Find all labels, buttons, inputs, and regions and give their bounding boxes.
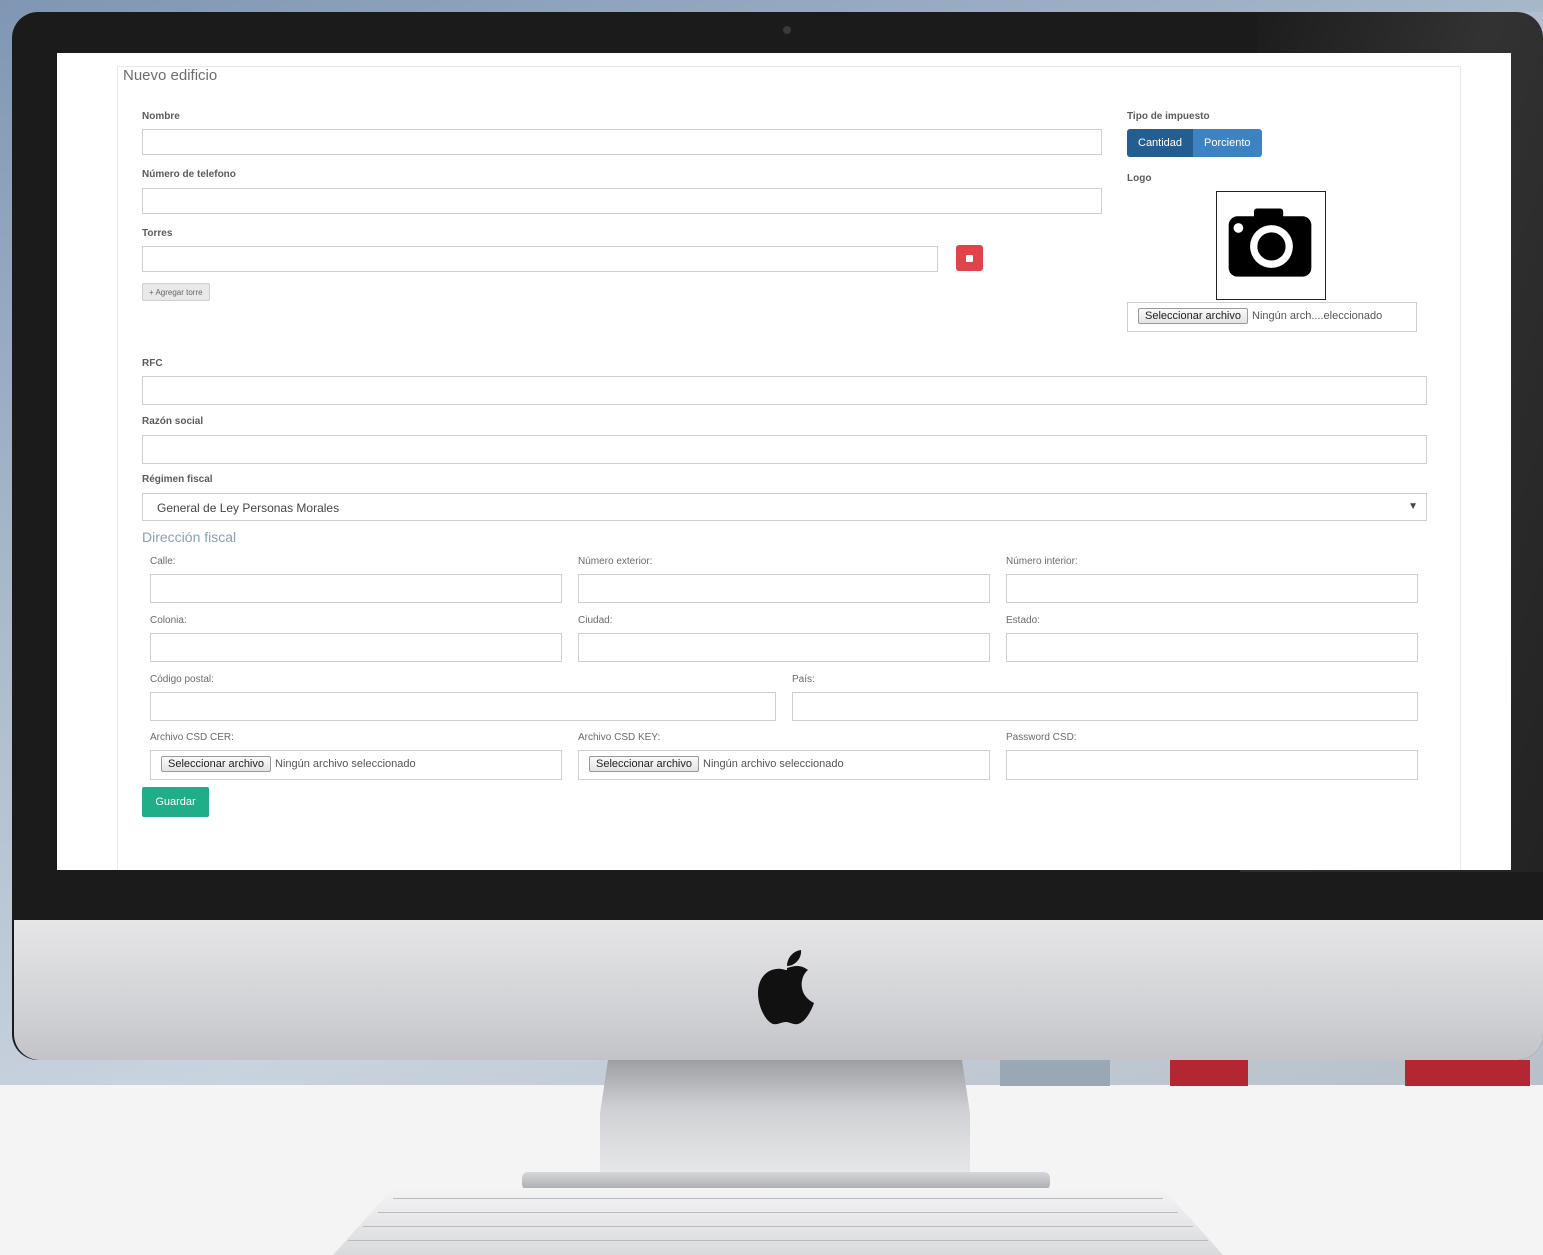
cp-input[interactable]	[150, 692, 776, 721]
monitor-stand-base	[522, 1172, 1050, 1190]
razon-social-input[interactable]	[142, 435, 1427, 464]
csd-key-file-status: Ningún archivo seleccionado	[703, 758, 844, 770]
password-csd-label: Password CSD:	[1006, 732, 1077, 743]
apple-logo-icon	[758, 950, 814, 1025]
estado-label: Estado:	[1006, 615, 1040, 626]
cp-label: Código postal:	[150, 674, 214, 685]
direccion-fiscal-title: Dirección fiscal	[142, 529, 237, 545]
pais-input[interactable]	[792, 692, 1418, 721]
trash-icon	[966, 255, 973, 262]
csd-key-label: Archivo CSD KEY:	[578, 732, 661, 743]
keyboard	[333, 1188, 1223, 1255]
tipo-impuesto-toggle: Cantidad Porciento	[1127, 129, 1262, 157]
delete-torre-button[interactable]	[956, 245, 983, 271]
csd-cer-file-status: Ningún archivo seleccionado	[275, 758, 416, 770]
logo-file-button[interactable]: Seleccionar archivo	[1138, 308, 1248, 324]
background-building	[1405, 1060, 1530, 1086]
rfc-input[interactable]	[142, 376, 1427, 405]
screen: Nuevo edificio Nombre Número de telefono…	[57, 53, 1511, 870]
calle-label: Calle:	[150, 556, 176, 567]
nombre-input[interactable]	[142, 129, 1102, 155]
calle-input[interactable]	[150, 574, 562, 603]
rfc-label: RFC	[142, 358, 163, 369]
num-int-label: Número interior:	[1006, 556, 1078, 567]
monitor-stand	[600, 1060, 970, 1180]
password-csd-input[interactable]	[1006, 750, 1418, 780]
add-torre-button[interactable]: + Agregar torre	[142, 283, 210, 301]
ciudad-input[interactable]	[578, 633, 990, 662]
csd-cer-label: Archivo CSD CER:	[150, 732, 234, 743]
pais-label: País:	[792, 674, 815, 685]
form-panel: Nuevo edificio Nombre Número de telefono…	[117, 66, 1461, 870]
num-ext-input[interactable]	[578, 574, 990, 603]
tipo-impuesto-label: Tipo de impuesto	[1127, 111, 1210, 122]
csd-key-file-input[interactable]: Seleccionar archivo Ningún archivo selecc…	[578, 750, 990, 780]
background-building	[1000, 1060, 1110, 1086]
colonia-label: Colonia:	[150, 615, 187, 626]
csd-cer-file-input[interactable]: Seleccionar archivo Ningún archivo selecc…	[150, 750, 562, 780]
nombre-label: Nombre	[142, 111, 180, 122]
regimen-label: Régimen fiscal	[142, 474, 213, 485]
camera-dot	[783, 26, 791, 34]
logo-preview[interactable]	[1216, 191, 1326, 300]
torre-input[interactable]	[142, 246, 938, 272]
regimen-select-value: General de Ley Personas Morales	[157, 501, 340, 515]
logo-label: Logo	[1127, 173, 1152, 184]
guardar-button[interactable]: Guardar	[142, 787, 209, 817]
ciudad-label: Ciudad:	[578, 615, 613, 626]
csd-key-file-button[interactable]: Seleccionar archivo	[589, 756, 699, 772]
num-ext-label: Número exterior:	[578, 556, 653, 567]
num-int-input[interactable]	[1006, 574, 1418, 603]
estado-input[interactable]	[1006, 633, 1418, 662]
page-title: Nuevo edificio	[123, 67, 218, 84]
logo-file-status: Ningún arch....eleccionado	[1252, 310, 1383, 322]
camera-icon	[1228, 208, 1312, 277]
background-building	[1170, 1060, 1248, 1086]
torres-label: Torres	[142, 228, 173, 239]
csd-cer-file-button[interactable]: Seleccionar archivo	[161, 756, 271, 772]
razon-social-label: Razón social	[142, 416, 204, 427]
colonia-input[interactable]	[150, 633, 562, 662]
telefono-input[interactable]	[142, 188, 1102, 214]
regimen-select[interactable]: General de Ley Personas Morales ▼	[142, 493, 1427, 521]
tipo-impuesto-cantidad[interactable]: Cantidad	[1127, 129, 1194, 157]
telefono-label: Número de telefono	[142, 169, 236, 180]
tipo-impuesto-porciento[interactable]: Porciento	[1193, 129, 1262, 157]
caret-down-icon: ▼	[1408, 501, 1418, 512]
logo-file-input[interactable]: Seleccionar archivo Ningún arch....elecci…	[1127, 302, 1417, 332]
